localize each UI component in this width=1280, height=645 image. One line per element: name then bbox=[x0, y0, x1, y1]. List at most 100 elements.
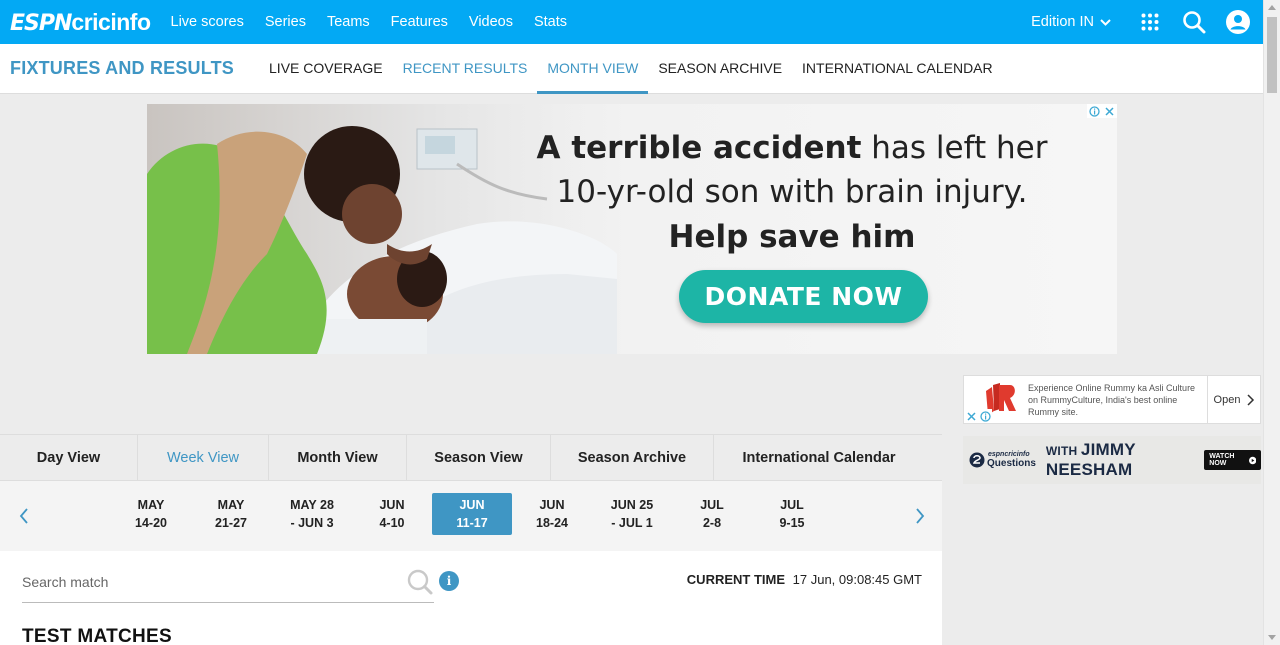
apps-grid-icon[interactable] bbox=[1137, 9, 1163, 35]
week-line-2: 18-24 bbox=[536, 516, 568, 530]
search-match-input[interactable] bbox=[22, 574, 392, 590]
donation-banner-ad[interactable]: A terrible accident has left her 10-yr-o… bbox=[147, 104, 1117, 354]
week-line-1: JUL bbox=[780, 498, 804, 512]
week-line-1: JUN bbox=[459, 498, 485, 512]
week-item[interactable]: JUN 25 - JUL 1 bbox=[592, 493, 672, 535]
ad-info-icon[interactable] bbox=[1087, 104, 1102, 118]
week-selector: MAY 14-20 MAY 21-27 MAY 28- JUN 3 JUN 4-10 … bbox=[0, 481, 942, 551]
tab-international-calendar[interactable]: International Calendar bbox=[714, 435, 924, 481]
week-item[interactable]: MAY 14-20 bbox=[111, 493, 191, 535]
nav-live-scores[interactable]: Live scores bbox=[171, 14, 244, 30]
rummy-culture-ad[interactable]: Experience Online Rummy ka Asli Culture … bbox=[963, 375, 1261, 424]
subnav-tab-live-coverage[interactable]: LIVE COVERAGE bbox=[259, 44, 393, 94]
ad-close-icon[interactable] bbox=[964, 409, 978, 423]
subnav-tab-month-view[interactable]: MONTH VIEW bbox=[537, 44, 649, 94]
week-line-2: 11-17 bbox=[456, 516, 488, 530]
week-line-1: JUL bbox=[700, 498, 724, 512]
week-item-active[interactable]: JUN 11-17 bbox=[432, 493, 512, 535]
questions-text-block: espncricinfo Questions bbox=[985, 451, 1036, 469]
subnav-tab-season-archive[interactable]: SEASON ARCHIVE bbox=[648, 44, 792, 94]
view-tabs: Day View Week View Month View Season Vie… bbox=[0, 434, 942, 481]
tab-month-view[interactable]: Month View bbox=[269, 435, 407, 481]
ad-line-1-rest: has left her bbox=[861, 130, 1048, 166]
week-line-1: MAY bbox=[137, 498, 165, 512]
tab-season-view[interactable]: Season View bbox=[407, 435, 551, 481]
nav-teams[interactable]: Teams bbox=[327, 14, 370, 30]
week-item[interactable]: JUN 4-10 bbox=[352, 493, 432, 535]
week-line-2: 14-20 bbox=[135, 516, 167, 530]
week-line-1: JUN bbox=[539, 498, 565, 512]
ad-info-icon[interactable] bbox=[978, 409, 992, 423]
tab-day-view[interactable]: Day View bbox=[0, 435, 138, 481]
nav-features[interactable]: Features bbox=[391, 14, 448, 30]
week-line-1: MAY 28 bbox=[290, 498, 334, 512]
subnav-tab-international-calendar[interactable]: INTERNATIONAL CALENDAR bbox=[792, 44, 1003, 94]
ad-headline: A terrible accident has left her 10-yr-o… bbox=[517, 126, 1067, 260]
info-icon[interactable]: i bbox=[439, 571, 459, 591]
espncricinfo-logo[interactable]: ESPN cricinfo bbox=[10, 9, 151, 36]
fixtures-subnav: FIXTURES AND RESULTS LIVE COVERAGE RECEN… bbox=[0, 44, 1263, 94]
ad-choices-controls bbox=[1087, 104, 1117, 118]
questions-label: Questions bbox=[987, 458, 1036, 469]
rummy-open-label: Open bbox=[1213, 393, 1241, 406]
rummy-ad-text: Experience Online Rummy ka Asli Culture … bbox=[1028, 383, 1196, 417]
chevron-left-icon[interactable] bbox=[17, 507, 31, 525]
week-item[interactable]: JUN 18-24 bbox=[512, 493, 592, 535]
current-time: CURRENT TIME 17 Jun, 09:08:45 GMT bbox=[687, 572, 922, 587]
week-item[interactable]: MAY 28 - JUN 3 bbox=[272, 493, 352, 535]
week-line-2: - JUL 1 bbox=[611, 516, 653, 530]
watch-now-label: WATCH NOW bbox=[1209, 453, 1235, 467]
logo-cricinfo-text: cricinfo bbox=[71, 8, 151, 35]
user-account-icon[interactable] bbox=[1225, 9, 1251, 35]
search-icon[interactable] bbox=[406, 568, 434, 596]
play-icon bbox=[1248, 456, 1256, 464]
week-line-1: JUN bbox=[379, 498, 405, 512]
section-heading-test-matches: TEST MATCHES bbox=[22, 626, 172, 645]
scroll-up-arrow-icon[interactable] bbox=[1268, 5, 1276, 10]
edition-selector[interactable]: Edition IN bbox=[1031, 14, 1111, 30]
top-navigation-bar: ESPN cricinfo Live scores Series Teams F… bbox=[0, 0, 1263, 44]
neesham-headline: WITH JIMMY NEESHAM bbox=[1046, 440, 1196, 480]
week-line-1: JUN 25 bbox=[610, 498, 654, 512]
header-right-controls: Edition IN bbox=[1031, 0, 1263, 44]
ad-line-1-bold: A terrible accident bbox=[536, 130, 862, 166]
week-line-2: 2-8 bbox=[702, 516, 722, 530]
week-item[interactable]: JUL 9-15 bbox=[752, 493, 832, 535]
page-title: FIXTURES AND RESULTS bbox=[10, 58, 235, 78]
edition-label: Edition IN bbox=[1031, 14, 1094, 30]
watch-now-button[interactable]: WATCH NOW bbox=[1204, 450, 1261, 470]
chevron-right-icon[interactable] bbox=[913, 507, 927, 525]
nav-videos[interactable]: Videos bbox=[469, 14, 513, 30]
chevron-down-icon bbox=[1100, 18, 1111, 26]
nav-stats[interactable]: Stats bbox=[534, 14, 567, 30]
ad-line-3: Help save him bbox=[668, 219, 916, 255]
main-nav: Live scores Series Teams Features Videos… bbox=[171, 14, 589, 30]
tab-season-archive[interactable]: Season Archive bbox=[551, 435, 714, 481]
week-item[interactable]: MAY 21-27 bbox=[191, 493, 271, 535]
rummy-open-button[interactable]: Open bbox=[1207, 376, 1261, 423]
tab-week-view[interactable]: Week View bbox=[138, 435, 269, 481]
week-line-1: MAY bbox=[217, 498, 245, 512]
scroll-down-arrow-icon[interactable] bbox=[1268, 635, 1276, 640]
fixtures-panel: Day View Week View Month View Season Vie… bbox=[0, 434, 942, 645]
twenty-questions-icon bbox=[969, 452, 985, 468]
week-line-2: 4-10 bbox=[379, 516, 405, 530]
week-line-2: - JUN 3 bbox=[290, 516, 334, 530]
search-icon[interactable] bbox=[1181, 9, 1207, 35]
donate-now-button[interactable]: DONATE NOW bbox=[679, 270, 928, 323]
jimmy-neesham-video-ad[interactable]: espncricinfo Questions WITH JIMMY NEESHA… bbox=[963, 436, 1261, 484]
with-label: WITH bbox=[1045, 444, 1078, 458]
current-time-value: 17 Jun, 09:08:45 GMT bbox=[792, 572, 922, 587]
week-line-2: 9-15 bbox=[779, 516, 805, 530]
current-time-label: CURRENT TIME bbox=[686, 572, 786, 587]
page-scrollbar[interactable] bbox=[1263, 0, 1280, 645]
week-line-2: 21-27 bbox=[215, 516, 247, 530]
scrollbar-thumb[interactable] bbox=[1267, 17, 1277, 93]
ad-line-1: A terrible accident has left her bbox=[517, 126, 1067, 170]
rummy-ad-controls bbox=[964, 409, 992, 423]
nav-series[interactable]: Series bbox=[265, 14, 306, 30]
subnav-tab-recent-results[interactable]: RECENT RESULTS bbox=[393, 44, 538, 94]
week-item[interactable]: JUL 2-8 bbox=[672, 493, 752, 535]
search-match-box bbox=[22, 569, 434, 603]
ad-close-icon[interactable] bbox=[1102, 104, 1117, 118]
